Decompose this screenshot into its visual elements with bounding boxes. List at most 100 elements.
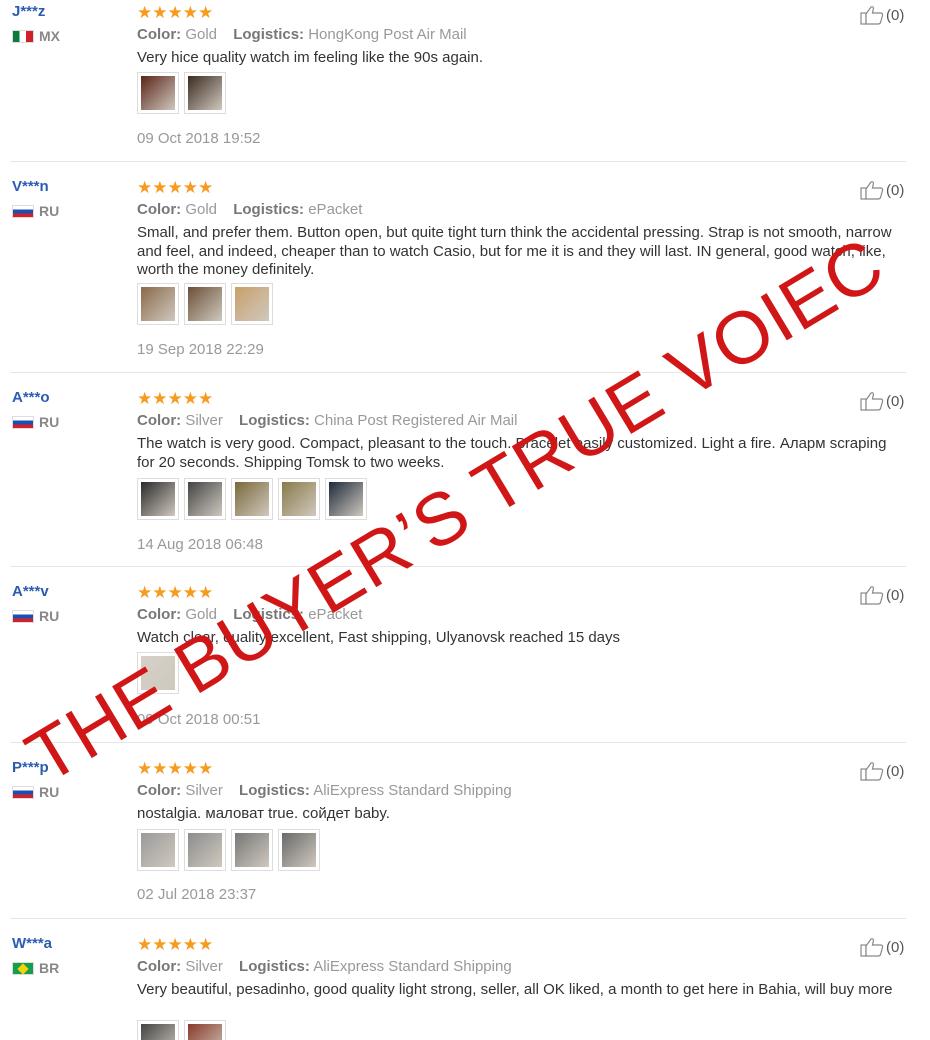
review-photos	[137, 652, 179, 694]
review-order-info: Color: Gold Logistics: ePacket	[137, 201, 362, 218]
color-value: Gold	[185, 201, 218, 218]
reviewer-name[interactable]: V***n	[12, 178, 49, 195]
helpful-button[interactable]: (0)	[860, 585, 904, 605]
country-flag-icon	[12, 415, 34, 429]
review-photo-thumbnail[interactable]	[278, 829, 320, 871]
helpful-count: (0)	[886, 938, 905, 956]
color-label: Color:	[137, 606, 182, 623]
review-order-info: Color: Silver Logistics: AliExpress Stan…	[137, 782, 512, 799]
thumbs-up-icon	[860, 938, 884, 957]
review-photos	[137, 478, 367, 520]
helpful-button[interactable]: (0)	[860, 5, 904, 25]
rating-stars: ★★★★★	[137, 178, 214, 197]
review-order-info: Color: Gold Logistics: HongKong Post Air…	[137, 26, 467, 43]
review-divider	[10, 161, 906, 162]
color-label: Color:	[137, 201, 182, 218]
review-date: 09 Oct 2018 00:51	[137, 711, 261, 728]
reviewer-name[interactable]: A***v	[12, 583, 49, 600]
helpful-button[interactable]: (0)	[860, 761, 904, 781]
rating-stars: ★★★★★	[137, 759, 214, 778]
review-photo-thumbnail[interactable]	[184, 829, 226, 871]
review-text: Very hice quality watch im feeling like …	[137, 49, 484, 66]
reviewer-name[interactable]: P***p	[12, 759, 49, 776]
review-order-info: Color: Silver Logistics: AliExpress Stan…	[137, 958, 512, 975]
country-code: RU	[39, 784, 60, 800]
helpful-count: (0)	[886, 181, 905, 199]
review-photo-thumbnail[interactable]	[137, 652, 179, 694]
helpful-count: (0)	[886, 762, 905, 780]
helpful-button[interactable]: (0)	[860, 180, 904, 200]
country-flag-icon	[12, 29, 34, 43]
reviewer-country: MX	[12, 28, 60, 44]
reviewer-country: RU	[12, 414, 59, 430]
helpful-button[interactable]: (0)	[860, 391, 904, 411]
review-photos	[137, 1020, 226, 1040]
country-flag-icon	[12, 204, 34, 218]
review-photo-thumbnail[interactable]	[137, 283, 179, 325]
color-value: Gold	[185, 606, 218, 623]
color-label: Color:	[137, 782, 182, 799]
review-photo-thumbnail[interactable]	[231, 478, 273, 520]
color-value: Gold	[185, 26, 218, 43]
rating-stars: ★★★★★	[137, 935, 214, 954]
logistics-value: AliExpress Standard Shipping	[313, 782, 512, 799]
review-photos	[137, 283, 273, 325]
rating-stars: ★★★★★	[137, 583, 214, 602]
country-code: MX	[39, 28, 60, 44]
reviewer-name[interactable]: J***z	[12, 3, 45, 20]
logistics-label: Logistics:	[239, 782, 310, 799]
country-code: RU	[39, 203, 60, 219]
review-photo-thumbnail[interactable]	[184, 72, 226, 114]
country-code: BR	[39, 960, 60, 976]
review-photo-thumbnail[interactable]	[137, 478, 179, 520]
review-photo-thumbnail[interactable]	[231, 829, 273, 871]
country-code: RU	[39, 414, 60, 430]
helpful-count: (0)	[886, 392, 905, 410]
review-date: 09 Oct 2018 19:52	[137, 130, 261, 147]
color-value: Silver	[185, 958, 223, 975]
thumbs-up-icon	[860, 6, 884, 25]
review-photo-thumbnail[interactable]	[137, 1020, 179, 1040]
review-text: Very beautiful, pesadinho, good quality …	[137, 981, 893, 998]
reviewer-name[interactable]: A***o	[12, 389, 50, 406]
helpful-button[interactable]: (0)	[860, 937, 904, 957]
review-photo-thumbnail[interactable]	[137, 829, 179, 871]
review-photos	[137, 829, 320, 871]
review-photo-thumbnail[interactable]	[231, 283, 273, 325]
logistics-label: Logistics:	[239, 412, 310, 429]
country-code: RU	[39, 608, 60, 624]
review-photo-thumbnail[interactable]	[184, 478, 226, 520]
reviewer-country: RU	[12, 203, 59, 219]
country-flag-icon	[12, 961, 34, 975]
thumbs-up-icon	[860, 586, 884, 605]
review-date: 02 Jul 2018 23:37	[137, 886, 257, 903]
review-text: Watch clear, quality excellent, Fast shi…	[137, 629, 621, 646]
color-label: Color:	[137, 26, 182, 43]
review-text: The watch is very good. Compact, pleasan…	[137, 435, 887, 471]
review-date: 19 Sep 2018 22:29	[137, 341, 264, 358]
review-order-info: Color: Gold Logistics: ePacket	[137, 606, 362, 623]
reviewer-name[interactable]: W***a	[12, 935, 52, 952]
logistics-label: Logistics:	[233, 26, 305, 43]
logistics-value: ePacket	[308, 606, 363, 623]
review-photo-thumbnail[interactable]	[137, 72, 179, 114]
logistics-label: Logistics:	[233, 606, 305, 623]
logistics-value: HongKong Post Air Mail	[308, 26, 467, 43]
review-divider	[10, 918, 906, 919]
color-value: Silver	[185, 412, 223, 429]
review-date: 14 Aug 2018 06:48	[137, 536, 263, 553]
country-flag-icon	[12, 785, 34, 799]
review-photo-thumbnail[interactable]	[184, 1020, 226, 1040]
logistics-value: China Post Registered Air Mail	[314, 412, 518, 429]
review-text: nostalgia. маловат true. сойдет baby.	[137, 805, 390, 822]
reviewer-country: RU	[12, 608, 59, 624]
reviewer-country: RU	[12, 784, 59, 800]
review-photo-thumbnail[interactable]	[325, 478, 367, 520]
review-divider	[10, 372, 906, 373]
color-label: Color:	[137, 412, 182, 429]
rating-stars: ★★★★★	[137, 389, 214, 408]
review-photo-thumbnail[interactable]	[278, 478, 320, 520]
review-divider	[10, 566, 906, 567]
review-divider	[10, 742, 906, 743]
review-photo-thumbnail[interactable]	[184, 283, 226, 325]
